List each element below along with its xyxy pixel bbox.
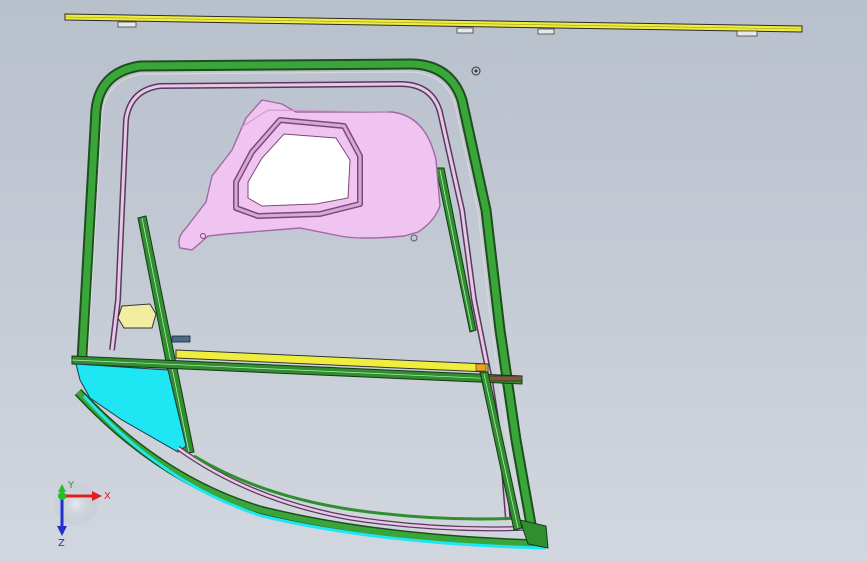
rail-clip (117, 21, 137, 28)
y-axis-dot (58, 492, 66, 500)
small-clip (171, 335, 191, 343)
cad-graphics-viewport[interactable]: X Y Z (0, 0, 867, 562)
mounting-hole-icon (410, 234, 418, 242)
beltline-end-cap (475, 363, 487, 372)
y-axis-label: Y (67, 480, 75, 491)
rail-clip (456, 27, 474, 34)
origin-marker-icon (471, 66, 481, 76)
z-axis-arrow (57, 526, 67, 536)
yellow-pad[interactable] (117, 303, 157, 329)
door-frame-model[interactable] (0, 0, 867, 562)
rail-clip (537, 28, 555, 35)
z-axis-label: Z (58, 538, 65, 548)
pink-inner-panel[interactable] (178, 99, 441, 251)
top-guide-rail[interactable] (64, 13, 803, 37)
rail-clip (736, 30, 758, 37)
axis-triad-icon: X Y Z (54, 480, 110, 548)
x-axis-label: X (104, 491, 110, 502)
